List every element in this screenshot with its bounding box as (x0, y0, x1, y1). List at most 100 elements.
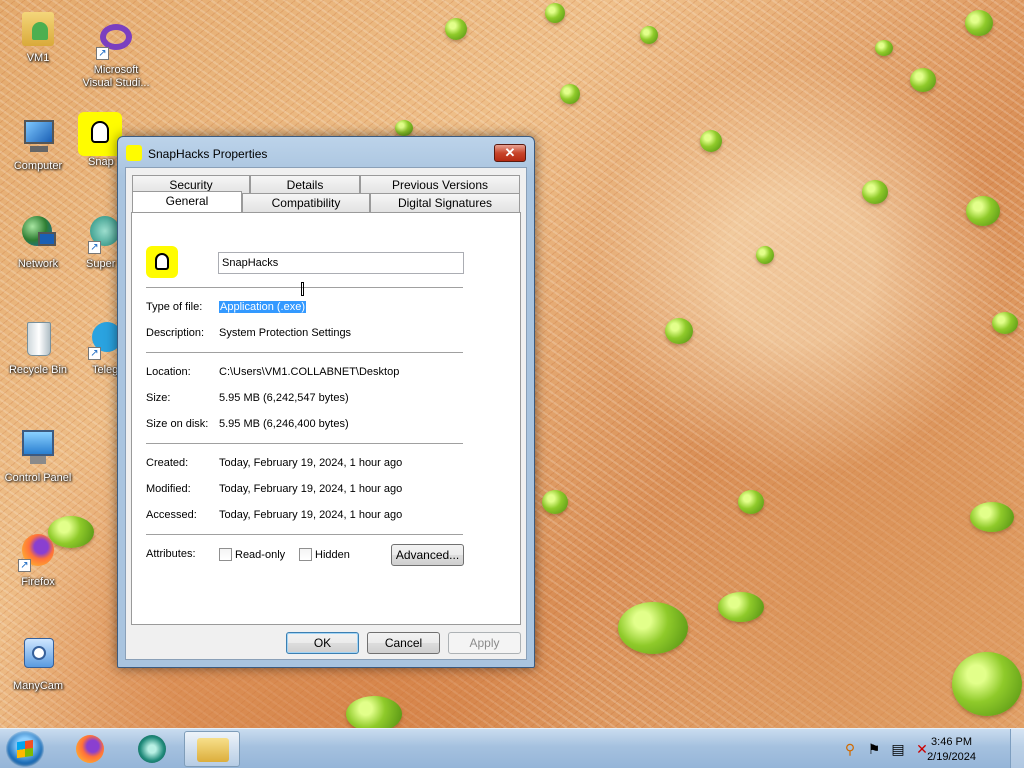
cancel-button[interactable]: Cancel (367, 632, 440, 654)
apply-button[interactable]: Apply (448, 632, 521, 654)
firefox-icon: ↗ (18, 532, 58, 572)
description-value: System Protection Settings (219, 327, 352, 339)
desktop-icon-manycam[interactable]: ManyCam (0, 636, 76, 693)
advanced-button[interactable]: Advanced... (391, 544, 464, 566)
hidden-label: Hidden (315, 549, 350, 561)
dialog-title: SnapHacks Properties (148, 147, 268, 161)
readonly-checkbox[interactable] (219, 548, 232, 561)
created-label: Created: (146, 457, 189, 469)
user-folder-icon (18, 8, 58, 48)
wallpaper-pea (445, 18, 467, 40)
manycam-icon (18, 636, 58, 676)
wallpaper-pea (545, 3, 565, 23)
wallpaper-pea (875, 40, 893, 56)
general-tab-panel: SnapHacks Type of file: Application (.ex… (131, 212, 521, 625)
clock-date: 2/19/2024 (927, 751, 976, 763)
wallpaper-pea (700, 130, 722, 152)
clock-time: 3:46 PM (931, 736, 973, 748)
control-panel-icon (18, 428, 58, 468)
desktop-icon-super[interactable]: ↗ Super (78, 214, 122, 271)
separator (146, 534, 463, 535)
wallpaper-pea (346, 696, 402, 732)
type-of-file-label: Type of file: (146, 301, 203, 313)
firefox-icon (76, 735, 104, 763)
shortcut-arrow-icon: ↗ (88, 347, 101, 360)
desktop-icon-vm1[interactable]: VM1 (0, 8, 76, 65)
created-value: Today, February 19, 2024, 1 hour ago (219, 457, 403, 469)
dialog-titlebar[interactable]: SnapHacks Properties ✕ (118, 137, 534, 169)
tab-general[interactable]: General (132, 191, 242, 212)
ok-button[interactable]: OK (286, 632, 359, 654)
wallpaper-pea (756, 246, 774, 264)
desktop-icon-snaphacks[interactable]: Snap (78, 112, 122, 169)
tab-previous-versions[interactable]: Previous Versions (360, 175, 520, 194)
taskbar-clock[interactable]: 3:46 PM 2/19/2024 (927, 735, 976, 765)
text-cursor-icon (301, 282, 304, 296)
shortcut-arrow-icon: ↗ (18, 559, 31, 572)
computer-icon (18, 116, 58, 156)
size-on-disk-label: Size on disk: (146, 418, 209, 430)
separator (146, 287, 463, 288)
accessed-value: Today, February 19, 2024, 1 hour ago (219, 509, 403, 521)
desktop-icon-network[interactable]: Network (0, 214, 76, 271)
modified-label: Modified: (146, 483, 191, 495)
recycle-bin-icon (18, 320, 58, 360)
search-tray-icon[interactable]: ⚲ (842, 741, 858, 757)
snapchat-ghost-icon (146, 246, 178, 278)
taskbar-app[interactable] (124, 731, 180, 767)
size-label: Size: (146, 392, 171, 404)
wallpaper-pea (738, 490, 764, 514)
separator (146, 352, 463, 353)
wallpaper-pea (542, 490, 568, 514)
wallpaper-pea (665, 318, 693, 344)
wallpaper-pea (560, 84, 580, 104)
wallpaper-pea (992, 312, 1018, 334)
wallpaper-pea (966, 196, 1000, 226)
tab-compatibility[interactable]: Compatibility (242, 193, 370, 212)
action-center-icon[interactable]: ⚑ (866, 741, 882, 757)
desktop-icon-recycle-bin[interactable]: Recycle Bin (0, 320, 76, 377)
tab-digital-signatures[interactable]: Digital Signatures (370, 193, 520, 212)
wallpaper-pea (970, 502, 1014, 532)
taskbar: ⚲ ⚑ ▤ ✕ 3:46 PM 2/19/2024 (0, 728, 1024, 768)
wallpaper-pea (395, 120, 413, 136)
desktop-icon-computer[interactable]: Computer (0, 116, 76, 173)
snapchat-ghost-icon (126, 145, 142, 161)
desktop-icon-visual-studio[interactable]: ↗ Microsoft Visual Studi... (78, 20, 154, 90)
file-name-input[interactable]: SnapHacks (218, 252, 464, 274)
wallpaper-pea (965, 10, 993, 36)
show-desktop-button[interactable] (1010, 729, 1024, 768)
start-button[interactable] (6, 731, 44, 767)
network-tray-icon[interactable]: ▤ (890, 741, 906, 757)
location-value: C:\Users\VM1.COLLABNET\Desktop (219, 366, 400, 378)
accessed-label: Accessed: (146, 509, 197, 521)
app-icon (138, 735, 166, 763)
shortcut-arrow-icon: ↗ (88, 241, 101, 254)
location-label: Location: (146, 366, 191, 378)
taskbar-explorer[interactable] (184, 731, 240, 767)
type-of-file-value[interactable]: Application (.exe) (219, 301, 306, 313)
windows-logo-icon (17, 739, 33, 759)
shortcut-arrow-icon: ↗ (96, 47, 109, 60)
hidden-checkbox[interactable] (299, 548, 312, 561)
wallpaper-pea (952, 652, 1022, 716)
taskbar-firefox[interactable] (62, 731, 118, 767)
desktop-icon-control-panel[interactable]: Control Panel (0, 428, 76, 485)
tab-details[interactable]: Details (250, 175, 360, 194)
wallpaper-pea (910, 68, 936, 92)
desktop-icon-firefox[interactable]: ↗ Firefox (0, 532, 76, 589)
network-globe-icon (18, 214, 58, 254)
separator (146, 443, 463, 444)
wallpaper-pea (718, 592, 764, 622)
close-button[interactable]: ✕ (494, 144, 526, 162)
desktop-icon-telegram[interactable]: ↗ Teleg (78, 320, 122, 377)
wallpaper-pea (640, 26, 658, 44)
wallpaper-pea (618, 602, 688, 654)
snapchat-ghost-icon (78, 112, 122, 156)
readonly-label: Read-only (235, 549, 286, 561)
visual-studio-icon: ↗ (96, 20, 136, 60)
wallpaper-pea (862, 180, 888, 204)
folder-icon (197, 738, 229, 762)
properties-dialog: SnapHacks Properties ✕ Security Details … (117, 136, 535, 668)
size-value: 5.95 MB (6,242,547 bytes) (219, 392, 349, 404)
